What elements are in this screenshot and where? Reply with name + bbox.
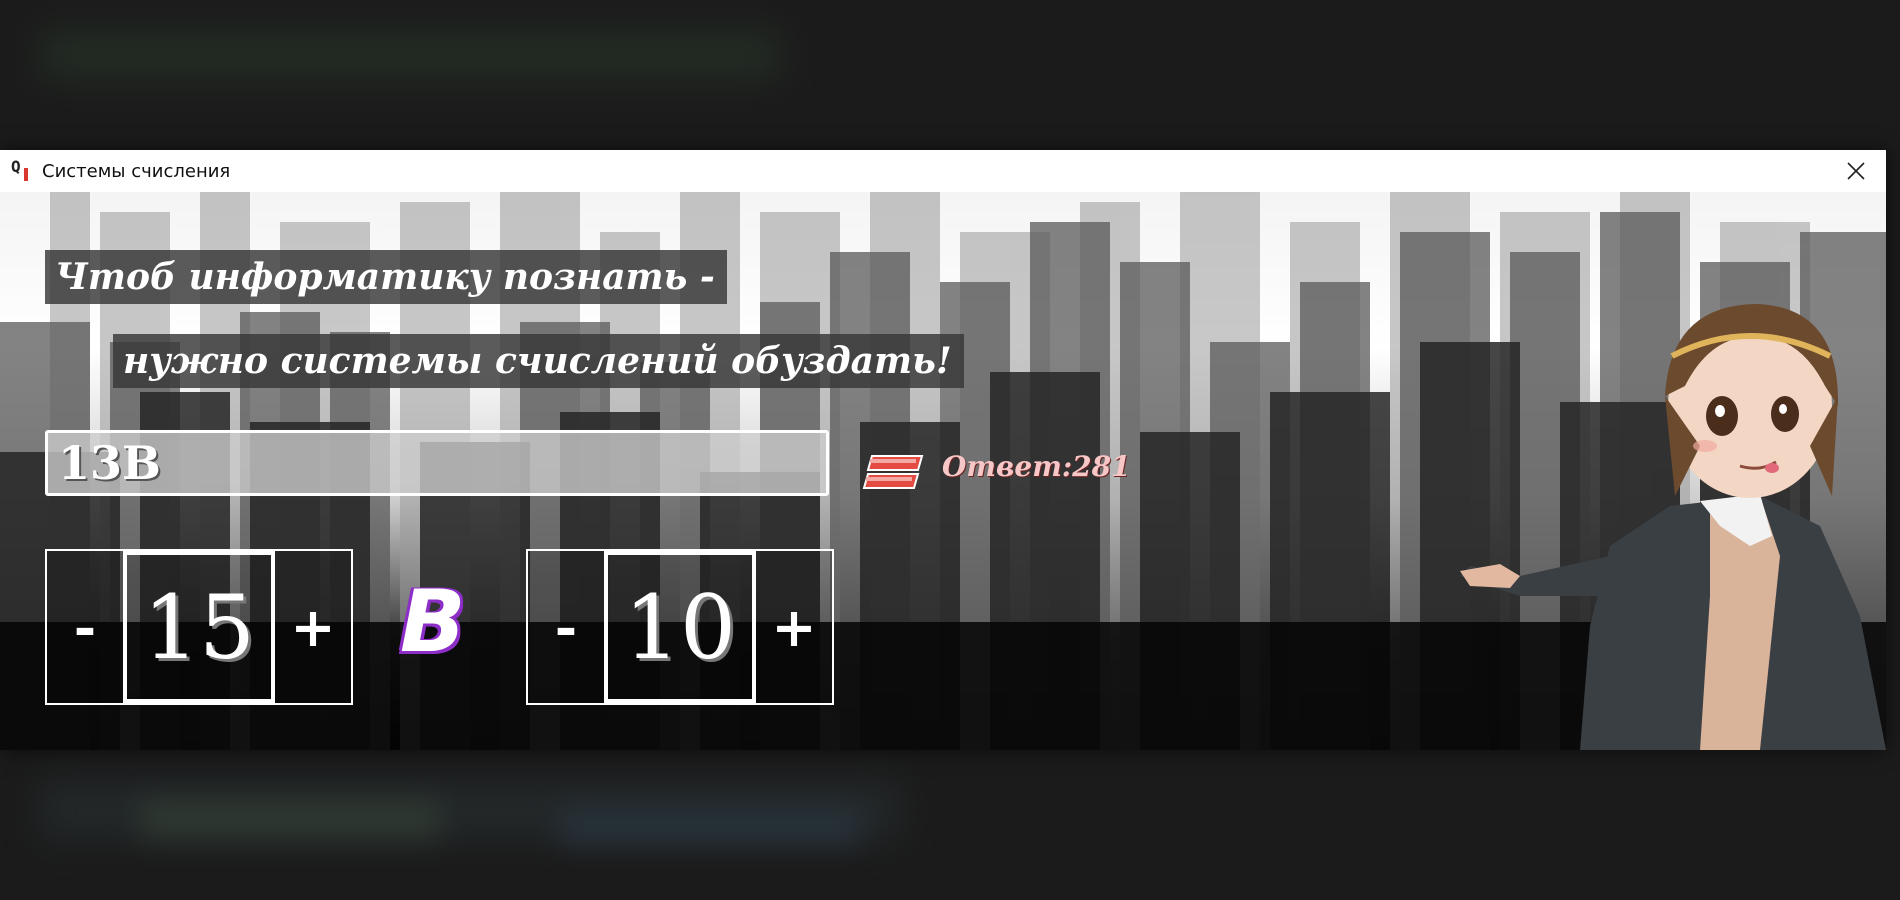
to-base-increment-button[interactable]: +: [756, 551, 832, 703]
answer-label: Ответ:281: [942, 450, 1131, 483]
from-base-value: 15: [123, 551, 275, 703]
anime-character-illustration: [1460, 304, 1886, 750]
to-base-value: 10: [604, 551, 756, 703]
slogan-line-1: Чтоб информатику познать -: [45, 250, 727, 304]
from-base-decrement-button[interactable]: -: [47, 551, 123, 703]
convert-icon: [862, 455, 924, 489]
background-blur: [560, 810, 860, 846]
app-window: Q Системы счисления Чтоб информатику поз…: [0, 150, 1886, 750]
number-input[interactable]: [45, 430, 829, 496]
close-icon: [1847, 162, 1865, 180]
main-panel: Чтоб информатику познать - нужно системы…: [0, 192, 1886, 750]
to-base-spinner: - 10 +: [526, 549, 834, 705]
close-button[interactable]: [1826, 150, 1886, 192]
slogan-line-2: нужно системы счислений обуздать!: [113, 334, 964, 388]
title-bar: Q Системы счисления: [0, 150, 1886, 192]
convert-button[interactable]: [862, 454, 926, 492]
background-blur: [40, 30, 780, 80]
background-blur: [140, 800, 440, 840]
from-base-spinner: - 15 +: [45, 549, 353, 705]
window-title: Системы счисления: [42, 161, 231, 182]
base-separator-label: В: [400, 572, 466, 672]
app-icon: Q: [11, 157, 33, 183]
to-base-decrement-button[interactable]: -: [528, 551, 604, 703]
from-base-increment-button[interactable]: +: [275, 551, 351, 703]
